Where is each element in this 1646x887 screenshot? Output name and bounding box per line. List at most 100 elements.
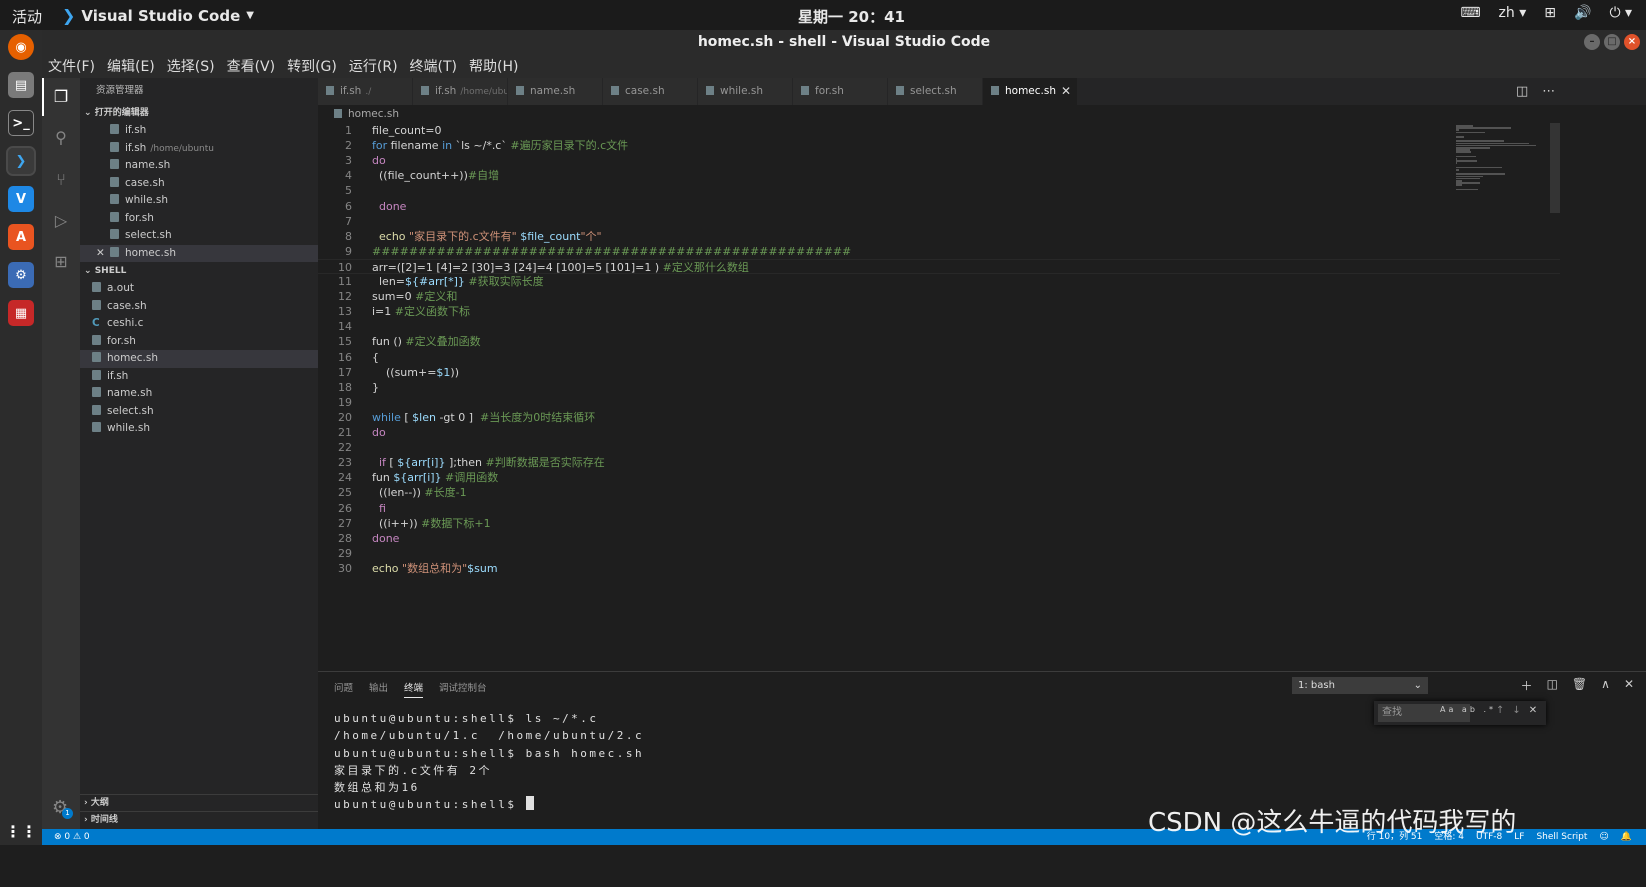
file-tree-item[interactable]: select.sh [80, 403, 318, 421]
code-line[interactable]: 1 file_count=0 [318, 123, 1560, 138]
tab-problems[interactable]: 问题 [334, 680, 353, 698]
open-editor-item[interactable]: if.sh/home/ubuntu [80, 140, 318, 158]
split-terminal-icon[interactable]: ◫ [1547, 677, 1558, 694]
network-tool-icon[interactable]: ⚙ [8, 262, 34, 288]
file-tree-item[interactable]: if.sh [80, 368, 318, 386]
maximize-button[interactable]: □ [1604, 34, 1620, 50]
open-editor-item[interactable]: name.sh [80, 157, 318, 175]
timeline-section[interactable]: › 时间线 [80, 811, 318, 828]
code-line[interactable]: 24 fun ${arr[i]} #调用函数 [318, 470, 1560, 485]
code-line[interactable]: 15 fun () #定义叠加函数 [318, 334, 1560, 349]
search-icon[interactable]: ⚲ [51, 128, 71, 148]
editor-tab[interactable]: case.sh [603, 78, 698, 105]
code-line[interactable]: 2 for filename in `ls ~/*.c` #遍历家目录下的.c文件 [318, 138, 1560, 153]
code-line[interactable]: 19 [318, 395, 1560, 410]
file-tree-item[interactable]: a.out [80, 280, 318, 298]
notification-bell-icon[interactable]: 🔔 [1621, 829, 1632, 845]
open-editor-item[interactable]: if.sh [80, 122, 318, 140]
volume-icon[interactable]: 🔊 [1574, 5, 1591, 21]
terminal-icon[interactable]: >_ [8, 110, 34, 136]
files-icon[interactable]: ▤ [8, 72, 34, 98]
presentation-icon[interactable]: ▦ [8, 300, 34, 326]
code-line[interactable]: 10 arr=([2]=1 [4]=2 [30]=3 [24]=4 [100]=5… [318, 258, 1560, 274]
code-line[interactable]: 29 [318, 546, 1560, 561]
menu-run[interactable]: 运行(R) [349, 56, 398, 76]
extensions-icon[interactable]: ⊞ [51, 252, 71, 272]
breadcrumb[interactable]: homec.sh [318, 105, 1646, 123]
arrow-up-icon[interactable]: ↑ [1496, 705, 1504, 716]
close-editor-icon[interactable]: ✕ [96, 245, 105, 263]
open-editors-header[interactable]: ⌄ 打开的编辑器 [80, 104, 318, 122]
code-line[interactable]: 20 while [ $len -gt 0 ] #当长度为0时结束循环 [318, 410, 1560, 425]
code-line[interactable]: 17 ((sum+=$1)) [318, 365, 1560, 380]
run-debug-icon[interactable]: ▷ [51, 211, 71, 231]
code-line[interactable]: 22 [318, 440, 1560, 455]
editor-tab[interactable]: if.sh/home/ubuntu [413, 78, 508, 105]
find-options[interactable]: Aa ab .* [1440, 705, 1496, 714]
file-tree-item[interactable]: case.sh [80, 298, 318, 316]
code-line[interactable]: 23 if [ ${arr[i]} ];then #判断数据是否实际存在 [318, 455, 1560, 470]
code-line[interactable]: 27 ((i++)) #数据下标+1 [318, 516, 1560, 531]
app-menu[interactable]: ❯ Visual Studio Code ▼ [62, 6, 254, 25]
code-line[interactable]: 11 len=${#arr[*]} #获取实际长度 [318, 274, 1560, 289]
trash-icon[interactable]: 🗑 [1572, 677, 1587, 694]
activities-button[interactable]: 活动 [12, 6, 42, 27]
close-tab-icon[interactable]: ✕ [1061, 78, 1071, 105]
open-editor-item[interactable]: case.sh [80, 175, 318, 193]
outline-section[interactable]: › 大纲 [80, 794, 318, 811]
code-line[interactable]: 3 do [318, 153, 1560, 168]
software-center-icon[interactable]: A [8, 224, 34, 250]
terminal-output[interactable]: ubuntu@ubuntu:shell$ ls ~/*.c/home/ubunt… [334, 710, 644, 814]
code-line[interactable]: 4 ((file_count++))#自增 [318, 168, 1560, 183]
problems-status[interactable]: ⊗ 0 ⚠ 0 [54, 829, 90, 845]
more-actions-icon[interactable]: ⋯ [1542, 84, 1555, 99]
keyboard-icon[interactable]: ⌨ [1460, 5, 1480, 21]
menu-terminal[interactable]: 终端(T) [410, 56, 457, 76]
code-line[interactable]: 7 [318, 214, 1560, 229]
editor-tab[interactable]: while.sh [698, 78, 793, 105]
split-editor-icon[interactable]: ◫ [1516, 84, 1528, 99]
show-apps-icon[interactable]: ⋮⋮ [5, 818, 37, 844]
terminal-select[interactable]: 1: bash ⌄ [1292, 677, 1428, 694]
network-icon[interactable]: ⊞ [1544, 5, 1556, 21]
file-tree-item[interactable]: Cceshi.c [80, 315, 318, 333]
menu-selection[interactable]: 选择(S) [167, 56, 215, 76]
menu-go[interactable]: 转到(G) [287, 56, 337, 76]
minimize-button[interactable]: – [1584, 34, 1600, 50]
clock[interactable]: 星期一 20：41 [798, 6, 905, 27]
code-line[interactable]: 21 do [318, 425, 1560, 440]
tab-output[interactable]: 输出 [369, 680, 388, 698]
open-editor-item[interactable]: ✕ homec.sh [80, 244, 318, 263]
code-line[interactable]: 28 done [318, 531, 1560, 546]
file-tree-item[interactable]: while.sh [80, 420, 318, 438]
maximize-panel-icon[interactable]: ∧ [1601, 677, 1610, 694]
code-line[interactable]: 30 echo "数组总和为"$sum [318, 561, 1560, 576]
code-line[interactable]: 14 [318, 319, 1560, 334]
tab-debug-console[interactable]: 调试控制台 [439, 680, 487, 698]
source-control-icon[interactable]: ⑂ [51, 170, 71, 190]
menu-edit[interactable]: 编辑(E) [107, 56, 155, 76]
file-tree-item[interactable]: name.sh [80, 385, 318, 403]
code-line[interactable]: 18} [318, 380, 1560, 395]
code-line[interactable]: 16 { [318, 350, 1560, 365]
arrow-down-icon[interactable]: ↓ [1512, 705, 1520, 716]
close-button[interactable]: × [1624, 34, 1640, 50]
language-mode[interactable]: Shell Script [1536, 829, 1587, 845]
vmware-icon[interactable]: V [8, 186, 34, 212]
code-line[interactable]: 25 ((len--)) #长度-1 [318, 485, 1560, 500]
code-line[interactable]: 13 i=1 #定义函数下标 [318, 304, 1560, 319]
editor-tab[interactable]: if.sh ./ [318, 78, 413, 105]
file-tree-item[interactable]: for.sh [80, 333, 318, 351]
explorer-icon[interactable]: ❐ [51, 87, 71, 107]
menu-file[interactable]: 文件(F) [48, 56, 95, 76]
code-line[interactable]: 8 echo "家目录下的.c文件有" $file_count"个" [318, 229, 1560, 244]
editor-tab[interactable]: homec.sh ✕ [983, 78, 1078, 105]
code-line[interactable]: 5 [318, 183, 1560, 198]
feedback-icon[interactable]: ☺ [1599, 829, 1608, 845]
folder-header[interactable]: ⌄ SHELL [80, 262, 318, 280]
editor-tab[interactable]: for.sh [793, 78, 888, 105]
vscode-icon[interactable]: ❯ [6, 146, 36, 176]
close-panel-icon[interactable]: ✕ [1624, 677, 1634, 694]
firefox-icon[interactable]: ◉ [8, 34, 34, 60]
code-line[interactable]: 6 done [318, 199, 1560, 214]
